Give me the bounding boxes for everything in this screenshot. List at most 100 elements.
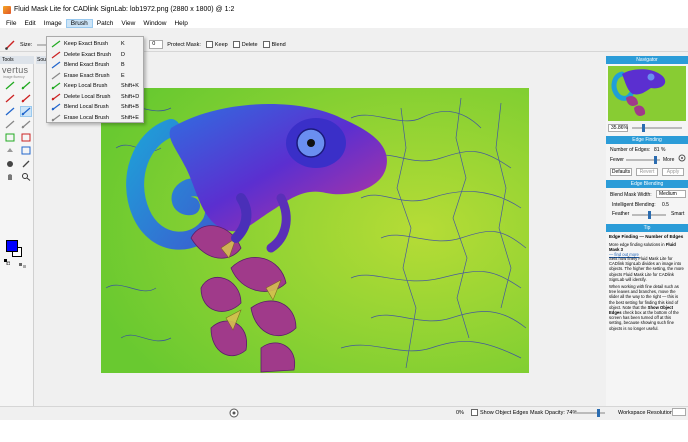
menu-edit[interactable]: Edit [20, 19, 39, 28]
erase-local-brush-icon [51, 114, 61, 122]
erase-exact-brush-icon [51, 72, 61, 80]
menu-help[interactable]: Help [170, 19, 191, 28]
delete-local-brush-icon [51, 93, 61, 101]
keep-exact-brush-tool[interactable] [4, 80, 16, 91]
revert-button[interactable]: Revert [636, 168, 658, 176]
edge-blending-header[interactable]: Edge Blending [606, 180, 688, 188]
menu-bar: File Edit Image Brush Patch View Window … [0, 19, 688, 28]
blend-checkbox[interactable] [262, 41, 270, 48]
menu-file[interactable]: File [2, 19, 20, 28]
keep-local-brush-tool[interactable] [20, 80, 32, 91]
blend-local-brush-tool[interactable] [20, 106, 32, 117]
tools-panel: Tools vertus image fluency [0, 56, 34, 406]
menu-item-delete-exact-brush[interactable]: Delete Exact Brush D [48, 50, 143, 60]
show-object-edges-label: Show Object Edges [480, 410, 529, 416]
menu-view[interactable]: View [117, 19, 139, 28]
tools-tab[interactable]: Tools [0, 56, 34, 64]
intelligent-blending-slider[interactable] [632, 211, 666, 219]
menu-item-keep-exact-brush[interactable]: Keep Exact Brush K [48, 39, 143, 49]
grab-tool[interactable] [4, 158, 16, 169]
vertus-logo: vertus [2, 65, 29, 75]
tip-paragraph-2: Sets how finely Fluid Mask Lite for CADl… [609, 256, 684, 282]
menu-item-erase-local-brush[interactable]: Erase Local Brush Shift+E [48, 113, 143, 123]
menu-window[interactable]: Window [139, 19, 170, 28]
erase-local-brush-tool[interactable] [20, 119, 32, 130]
brush-icon [4, 40, 16, 50]
number-of-edges-value: 81 % [654, 147, 666, 153]
edge-finding-header[interactable]: Edge Finding [606, 136, 688, 144]
menu-item-blend-local-brush[interactable]: Blend Local Brush Shift+B [48, 102, 143, 112]
menu-item-delete-local-brush[interactable]: Delete Local Brush Shift+D [48, 92, 143, 102]
zoom-slider[interactable] [632, 124, 682, 132]
title-bar: Fluid Mask Lite for CADlink SignLab: lob… [0, 0, 688, 19]
blend-mask-width-select[interactable]: Medium [656, 190, 686, 198]
size-spinbox[interactable]: 0 [149, 40, 164, 49]
navigator-thumbnail[interactable] [608, 66, 686, 121]
keep-label: Keep [214, 41, 228, 48]
menu-patch[interactable]: Patch [93, 19, 118, 28]
edge-settings-icon[interactable] [678, 154, 686, 164]
keep-checkbox[interactable] [205, 41, 213, 48]
blend-exact-brush-tool[interactable] [4, 106, 16, 117]
blend-label: Blend [271, 41, 286, 48]
tip-header[interactable]: Tip [606, 224, 688, 232]
menu-brush[interactable]: Brush [65, 19, 93, 28]
keep-local-brush-icon [51, 82, 61, 90]
delete-local-brush-tool[interactable] [20, 93, 32, 104]
mask-opacity-slider[interactable] [575, 409, 605, 417]
swap-colors-icon[interactable] [4, 259, 11, 267]
workspace-resolution-select[interactable] [672, 408, 686, 416]
foreground-color-swatch[interactable] [6, 240, 18, 252]
keep-patch-tool[interactable] [4, 132, 16, 143]
delete-checkbox[interactable] [232, 41, 240, 48]
menu-image[interactable]: Image [40, 19, 66, 28]
intelligent-blending-label: Intelligent Blending: [612, 202, 656, 208]
delete-exact-brush-icon [51, 51, 61, 59]
window-title: Fluid Mask Lite for CADlink SignLab: lob… [14, 6, 235, 13]
app-icon [3, 5, 11, 14]
defaults-button[interactable]: Defaults [610, 168, 632, 176]
reset-colors-icon[interactable] [19, 263, 27, 271]
delete-exact-brush-tool[interactable] [4, 93, 16, 104]
menu-item-erase-exact-brush[interactable]: Erase Exact Brush E [48, 71, 143, 81]
progress-percent: 0% [456, 410, 464, 416]
feather-label: Feather [612, 211, 630, 217]
fill-tool[interactable] [4, 145, 16, 156]
tip-title: Edge Finding — Number of Edges [609, 234, 684, 239]
number-of-edges-slider[interactable] [626, 156, 660, 164]
zoom-tool[interactable] [20, 171, 32, 182]
workspace-resolution-label: Workspace Resolution: [618, 410, 675, 416]
apply-button[interactable]: Apply [662, 168, 684, 176]
fewer-label: Fewer [610, 157, 624, 163]
size-label: Size: [20, 41, 33, 48]
show-object-edges-checkbox[interactable] [471, 409, 478, 416]
navigator-header[interactable]: Navigator [606, 56, 688, 64]
blend-local-brush-icon [51, 103, 61, 111]
blend-exact-brush-icon [51, 61, 61, 69]
eyedropper-tool[interactable] [20, 158, 32, 169]
tip-paragraph-3: When working with fine detail such as tr… [609, 284, 679, 331]
menu-item-blend-exact-brush[interactable]: Blend Exact Brush B [48, 60, 143, 70]
delete-patch-tool[interactable] [20, 132, 32, 143]
brush-menu-dropdown: Keep Exact Brush K Delete Exact Brush D … [46, 36, 144, 123]
right-panel: Navigator 35.86% Edge Finding Number of … [606, 56, 688, 406]
smart-label: Smart [671, 211, 685, 217]
intelligent-blending-value: 0.5 [662, 202, 669, 208]
blend-mask-width-label: Blend Mask Width: [610, 192, 652, 198]
menu-item-keep-local-brush[interactable]: Keep Local Brush Shift+K [48, 81, 143, 91]
settings-circle-icon[interactable] [229, 408, 239, 420]
tool-grid [4, 80, 33, 182]
chameleon-image[interactable] [101, 88, 529, 373]
hand-tool[interactable] [4, 171, 16, 182]
zoom-field[interactable]: 35.86% [608, 124, 628, 132]
number-of-edges-label: Number of Edges: [610, 147, 651, 153]
erase-exact-brush-tool[interactable] [4, 119, 16, 130]
keep-exact-brush-icon [51, 40, 61, 48]
mask-opacity-label: Mask Opacity: 74% [530, 410, 578, 416]
delete-label: Delete [241, 41, 258, 48]
vertus-logo-sub: image fluency [3, 75, 25, 79]
protect-mask-label: Protect Mask: [167, 41, 201, 48]
blend-patch-tool[interactable] [20, 145, 32, 156]
bottom-strip [0, 420, 688, 442]
more-label: More [663, 157, 675, 163]
